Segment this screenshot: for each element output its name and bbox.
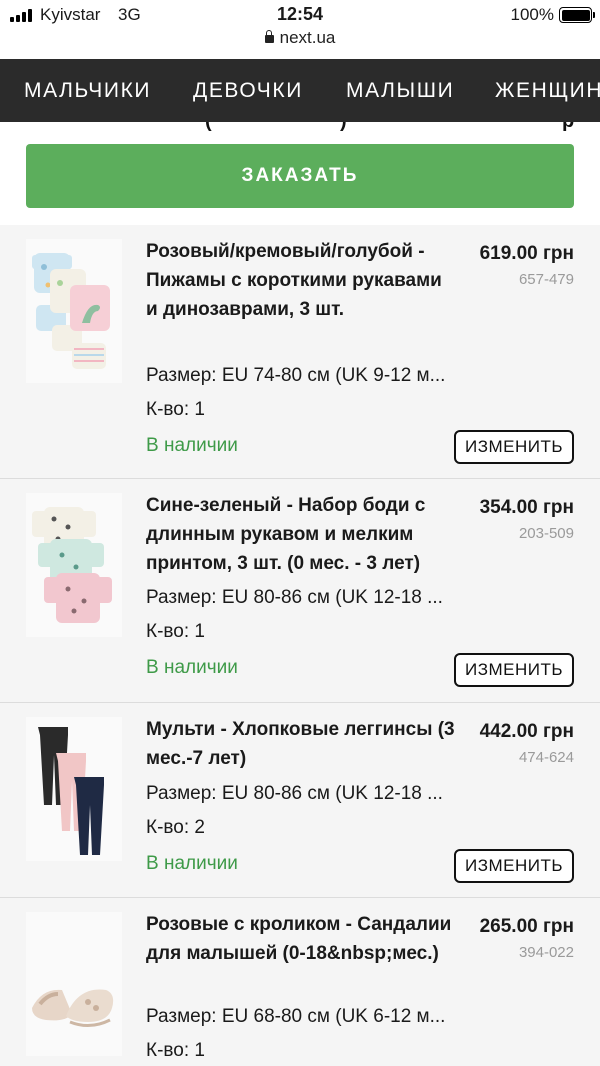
- product-code: 394-022: [518, 944, 574, 961]
- product-quantity: К-во: 2: [146, 817, 205, 838]
- product-name[interactable]: Сине-зеленый - Набор боди с длинным рука…: [146, 491, 456, 578]
- url-text: next.ua: [279, 28, 336, 47]
- product-image-leggings[interactable]: [26, 717, 122, 861]
- stock-status: В наличии: [146, 853, 238, 874]
- basket-item: Розовый/кремовый/голубой - Пижамы с коро…: [0, 225, 600, 479]
- product-name[interactable]: Мульти - Хлопковые леггинсы (3 мес.-7 ле…: [146, 715, 456, 773]
- product-size: Размер: EU 80-86 см (UK 12-18 ...: [146, 587, 443, 608]
- edit-button[interactable]: ИЗМЕНИТЬ: [454, 653, 574, 687]
- product-code: 474-624: [518, 749, 574, 766]
- status-bar: Kyivstar 3G 12:54 100%: [0, 0, 600, 30]
- product-code: 657-479: [518, 271, 574, 288]
- product-size: Размер: EU 80-86 см (UK 12-18 ...: [146, 783, 443, 804]
- summary-fragment-middle: ): [340, 122, 347, 133]
- lock-icon: [264, 30, 274, 43]
- nav-item-babies[interactable]: МАЛЫШИ: [346, 79, 454, 103]
- product-price: 354.00 грн: [479, 497, 574, 518]
- product-size: Размер: EU 68-80 см (UK 6-12 м...: [146, 1006, 446, 1027]
- order-button[interactable]: ЗАКАЗАТЬ: [26, 144, 574, 208]
- edit-button[interactable]: ИЗМЕНИТЬ: [454, 849, 574, 883]
- edit-button[interactable]: ИЗМЕНИТЬ: [454, 430, 574, 464]
- product-price: 442.00 грн: [479, 721, 574, 742]
- product-name[interactable]: Розовый/кремовый/голубой - Пижамы с коро…: [146, 237, 456, 324]
- nav-item-boys[interactable]: МАЛЬЧИКИ: [24, 79, 151, 103]
- product-quantity: К-во: 1: [146, 399, 205, 420]
- scrolled-summary-line: ( ) р: [0, 122, 600, 134]
- nav-item-women[interactable]: ЖЕНЩИН: [495, 79, 600, 103]
- stock-status: В наличии: [146, 435, 238, 456]
- summary-fragment-right: р: [562, 122, 574, 133]
- product-image-pyjamas[interactable]: [26, 239, 122, 383]
- product-image-sandals[interactable]: [26, 912, 122, 1056]
- basket-item: Мульти - Хлопковые леггинсы (3 мес.-7 ле…: [0, 703, 600, 898]
- stock-status: В наличии: [146, 657, 238, 678]
- basket-item: Розовые с кроликом - Сандалии для малыше…: [0, 898, 600, 1066]
- address-bar[interactable]: next.ua: [0, 28, 600, 52]
- product-image-bodysuits[interactable]: [26, 493, 122, 637]
- product-code: 203-509: [518, 525, 574, 542]
- basket-item: Сине-зеленый - Набор боди с длинным рука…: [0, 479, 600, 703]
- nav-item-girls[interactable]: ДЕВОЧКИ: [193, 79, 303, 103]
- summary-fragment-left: (: [205, 122, 212, 133]
- product-size: Размер: EU 74-80 см (UK 9-12 м...: [146, 365, 446, 386]
- battery-percent: 100%: [510, 5, 554, 24]
- product-name[interactable]: Розовые с кроликом - Сандалии для малыше…: [146, 910, 456, 968]
- category-nav: МАЛЬЧИКИ ДЕВОЧКИ МАЛЫШИ ЖЕНЩИН: [0, 59, 600, 122]
- battery-icon: [559, 7, 595, 23]
- basket-items: Розовый/кремовый/голубой - Пижамы с коро…: [0, 225, 600, 1066]
- product-quantity: К-во: 1: [146, 621, 205, 642]
- product-price: 265.00 грн: [479, 916, 574, 937]
- product-price: 619.00 грн: [479, 243, 574, 264]
- product-quantity: К-во: 1: [146, 1040, 205, 1061]
